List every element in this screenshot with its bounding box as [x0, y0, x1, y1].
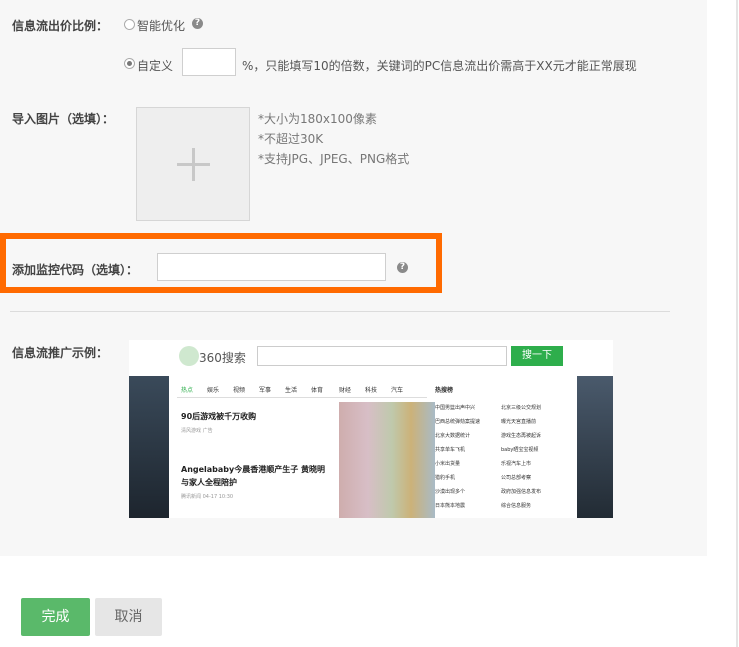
preview-hot-link: 巴西总统弹劾案提速 [435, 419, 481, 425]
preview-hot-link: 共享单车飞机 [435, 447, 466, 453]
preview-hot-link: 沙漠出现多个 [435, 489, 466, 495]
preview-hot-link: 游戏生态再被起诉 [501, 433, 542, 439]
custom-radio[interactable] [124, 58, 135, 69]
preview-news-image [339, 402, 435, 518]
preview-hot-link: baby晒宝宝视频 [501, 447, 539, 453]
preview-nav-item: 体育 [311, 387, 324, 394]
preview-nav-item: 热点 [181, 387, 194, 394]
image-upload-box[interactable] [136, 107, 250, 221]
preview-nav-item: 娱乐 [207, 387, 220, 394]
finish-button[interactable]: 完成 [21, 598, 90, 636]
ratio-label: 信息流出价比例： [12, 19, 109, 33]
help-icon[interactable]: ? [397, 262, 408, 273]
preview-hot-link: 政府加强信息发布 [501, 489, 542, 495]
preview-nav-item: 生活 [285, 387, 298, 394]
monitor-label: 添加监控代码（选填）： [12, 263, 139, 277]
preview-hot-link: 曝光天宫直播前 [501, 419, 537, 425]
monitor-code-input[interactable] [157, 253, 386, 281]
preview-hot-link: 综合信息服务 [501, 503, 532, 509]
preview-brand: 360搜索 [199, 351, 246, 365]
preview-news-meta: 腾讯新闻 04-17 10:30 [181, 494, 234, 500]
preview-hot-link: 日本熊本地震 [435, 503, 466, 509]
page-scroll-edge [736, 0, 738, 647]
smart-optimize-label[interactable]: 智能优化 [137, 17, 185, 34]
preview-nav-divider [177, 397, 427, 398]
cancel-button[interactable]: 取消 [95, 598, 162, 636]
example-label: 信息流推广示例： [12, 346, 109, 360]
preview-hot-link: 北京大数据统计 [435, 433, 471, 439]
preview-news-title: Angelababy今晨香港顺产生子 黄晓明 [181, 465, 326, 474]
preview-hot-link: 北京三级公交规划 [501, 405, 542, 411]
ratio-hint: %，只能填写10的倍数，关键词的PC信息流出价需高于XX元才能正常展现 [242, 59, 637, 73]
preview-news-meta: 清风游戏 广告 [181, 428, 213, 434]
preview-nav-item: 财经 [339, 387, 352, 394]
custom-ratio-input[interactable] [182, 48, 236, 76]
preview-side-image-right [577, 376, 613, 518]
custom-label[interactable]: 自定义 [137, 57, 173, 74]
preview-hot-link: 小米出货量 [435, 461, 461, 467]
preview-nav-item: 视频 [233, 387, 246, 394]
image-label: 导入图片（选填）： [12, 112, 115, 126]
help-icon[interactable]: ? [192, 18, 203, 29]
preview-hot-link: 中国男篮出声中兴 [435, 405, 476, 411]
preview-nav-item: 汽车 [391, 387, 404, 394]
preview-side-image-left [129, 376, 169, 518]
preview-nav-item: 军事 [259, 387, 272, 394]
preview-logo-icon [179, 346, 199, 366]
preview-hot-link: 猎豹手机 [435, 475, 456, 481]
example-preview: 360搜索 搜一下 热点 娱乐 视频 军事 生活 体育 财经 科技 汽车 90后… [129, 340, 613, 518]
preview-news-title: 90后游戏被千万收购 [181, 412, 257, 421]
preview-search-box [257, 346, 507, 366]
image-hint-size: *大小为180x100像素 [258, 112, 377, 126]
preview-hot-link: 公司总部考察 [501, 475, 532, 481]
smart-optimize-radio[interactable] [124, 19, 135, 30]
preview-hot-link: 乐视汽车上市 [501, 461, 532, 467]
image-hint-weight: *不超过30K [258, 132, 324, 146]
image-hint-format: *支持JPG、JPEG、PNG格式 [258, 152, 410, 166]
preview-hot-title: 热搜榜 [435, 387, 454, 394]
divider [10, 311, 670, 312]
preview-news-title-line2: 与家人全程陪护 [181, 478, 237, 487]
preview-nav-item: 科技 [365, 387, 378, 394]
preview-search-button: 搜一下 [511, 346, 563, 366]
